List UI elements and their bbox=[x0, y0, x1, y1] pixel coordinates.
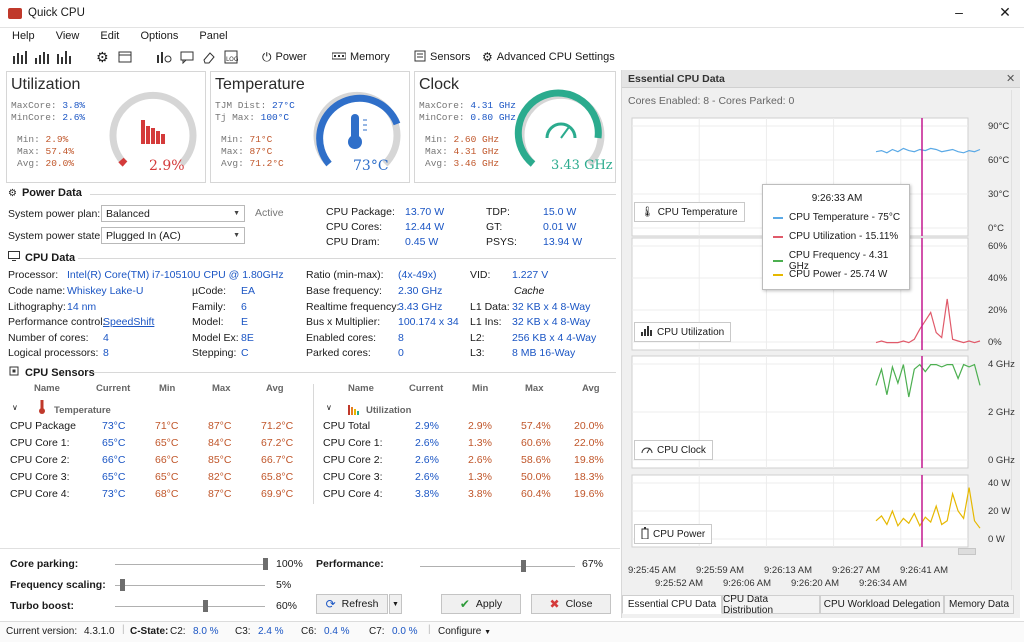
cpu-utilization-label: CPU Utilization bbox=[634, 322, 732, 342]
version-value: 4.3.1.0 bbox=[84, 626, 115, 637]
tab-cpu-workload-delegation[interactable]: CPU Workload Delegation bbox=[820, 595, 944, 614]
y-tick-label: 90°C bbox=[988, 121, 1009, 132]
y-tick-label: 4 GHz bbox=[988, 359, 1015, 370]
status-bar: Current version: 4.3.1.0 | C-State: C2: … bbox=[0, 621, 1024, 642]
tab-essential-cpu-data[interactable]: Essential CPU Data bbox=[622, 595, 722, 614]
y-tick-label: 40 W bbox=[988, 478, 1010, 489]
legend-swatch bbox=[773, 273, 783, 276]
thermometer-icon: 🌡 bbox=[641, 206, 654, 218]
c3-label: C3: bbox=[235, 626, 251, 637]
legend-swatch bbox=[773, 235, 783, 238]
x-tick-label: 9:26:27 AM bbox=[832, 565, 880, 576]
x-tick-label: 9:26:34 AM bbox=[859, 578, 907, 589]
y-tick-label: 2 GHz bbox=[988, 407, 1015, 418]
x-tick-label: 9:26:06 AM bbox=[723, 578, 771, 589]
y-tick-label: 20% bbox=[988, 305, 1008, 316]
c6-value: 0.4 % bbox=[324, 626, 350, 637]
configure-label: Configure bbox=[438, 626, 482, 637]
y-tick-label: 60°C bbox=[988, 155, 1009, 166]
status-separator: | bbox=[428, 624, 431, 635]
y-tick-label: 20 W bbox=[988, 506, 1010, 517]
tooltip-item: CPU Power - 25.74 W bbox=[773, 269, 887, 280]
c7-label: C7: bbox=[369, 626, 385, 637]
tooltip-item-text: CPU Temperature - 75°C bbox=[789, 212, 901, 223]
cpu-clock-text: CPU Clock bbox=[657, 444, 706, 456]
legend-swatch bbox=[773, 216, 783, 219]
battery-icon bbox=[641, 526, 649, 542]
tooltip-item-text: CPU Utilization - 15.11% bbox=[789, 231, 899, 242]
y-tick-label: 0°C bbox=[988, 223, 1004, 234]
caret-down-icon: ▼ bbox=[484, 629, 492, 636]
status-separator: | bbox=[122, 624, 125, 635]
c7-value: 0.0 % bbox=[392, 626, 418, 637]
x-tick-label: 9:26:13 AM bbox=[764, 565, 812, 576]
tooltip-item-text: CPU Power - 25.74 W bbox=[789, 269, 888, 280]
tooltip-item: CPU Utilization - 15.11% bbox=[773, 231, 898, 242]
x-tick-label: 9:25:45 AM bbox=[628, 565, 676, 576]
cpu-power-text: CPU Power bbox=[653, 528, 706, 540]
tab-memory-data[interactable]: Memory Data bbox=[944, 595, 1014, 614]
y-tick-label: 0 W bbox=[988, 534, 1005, 545]
cpu-utilization-text: CPU Utilization bbox=[657, 326, 725, 338]
y-tick-label: 40% bbox=[988, 273, 1008, 284]
configure-menu[interactable]: Configure ▼ bbox=[438, 626, 491, 637]
speedometer-icon bbox=[641, 444, 653, 457]
cpu-power-label: CPU Power bbox=[634, 524, 713, 544]
cpu-clock-label: CPU Clock bbox=[634, 440, 713, 460]
tab-cpu-data-distribution[interactable]: CPU Data Distribution bbox=[722, 594, 820, 616]
c2-label: C2: bbox=[170, 626, 186, 637]
cpu-temperature-text: CPU Temperature bbox=[657, 206, 738, 218]
cpu-charts: 90°C 60°C 30°C 0°C 60% 40% 20% 0% 4 GHz 2 GHz 0 GH… bbox=[628, 117, 1015, 589]
x-tick-label: 9:26:41 AM bbox=[900, 565, 948, 576]
y-tick-label: 30°C bbox=[988, 189, 1009, 200]
c2-value: 8.0 % bbox=[193, 626, 219, 637]
x-tick-label: 9:25:59 AM bbox=[696, 565, 744, 576]
chart-tooltip: 9:26:33 AM CPU Temperature - 75°C CPU Uti… bbox=[762, 184, 910, 290]
cstate-label: C-State: bbox=[130, 626, 169, 637]
version-label: Current version: bbox=[6, 626, 78, 637]
legend-swatch bbox=[773, 260, 783, 262]
x-tick-label: 9:26:20 AM bbox=[791, 578, 839, 589]
bar-chart-icon bbox=[641, 325, 653, 339]
cpu-temperature-label: 🌡 CPU Temperature bbox=[634, 202, 745, 222]
x-tick-label: 9:25:52 AM bbox=[655, 578, 703, 589]
y-tick-label: 0 GHz bbox=[988, 455, 1015, 466]
y-tick-label: 0% bbox=[988, 337, 1002, 348]
y-tick-label: 60% bbox=[988, 241, 1008, 252]
c3-value: 2.4 % bbox=[258, 626, 284, 637]
c6-label: C6: bbox=[301, 626, 317, 637]
tooltip-item: CPU Temperature - 75°C bbox=[773, 212, 900, 223]
tooltip-time: 9:26:33 AM bbox=[811, 193, 863, 204]
